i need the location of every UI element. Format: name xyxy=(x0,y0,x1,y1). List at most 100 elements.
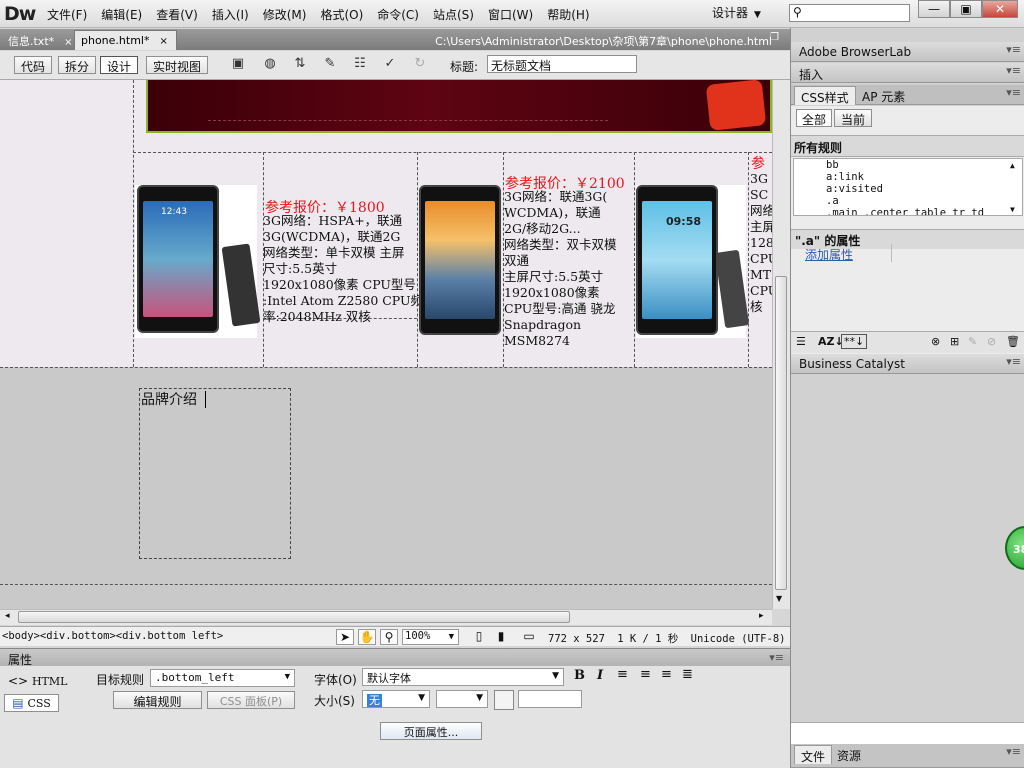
browserlab-panel-header[interactable]: Adobe BrowserLab ▾≡ xyxy=(791,42,1024,62)
css-rule[interactable]: bb xyxy=(826,159,839,171)
menu-insert[interactable]: 插入(I) xyxy=(205,6,256,23)
css-panel-button[interactable]: CSS 面板(P) xyxy=(207,691,295,709)
current-mode-button[interactable]: 当前 xyxy=(834,109,872,127)
bold-button[interactable]: B xyxy=(574,668,585,683)
insert-panel-header[interactable]: 插入 ▾≡ xyxy=(791,63,1024,83)
business-catalyst-header[interactable]: Business Catalyst ▾≡ xyxy=(791,354,1024,374)
menu-commands[interactable]: 命令(C) xyxy=(370,6,426,23)
refresh-icon[interactable]: ↻ xyxy=(410,56,430,74)
css-rule[interactable]: a:link xyxy=(826,171,864,183)
select-tool-icon[interactable]: ➤ xyxy=(336,629,354,645)
align-right-icon[interactable]: ≡ xyxy=(661,667,672,682)
align-left-icon[interactable]: ≡ xyxy=(617,667,628,682)
close-button[interactable]: ✕ xyxy=(982,0,1018,18)
font-select[interactable]: 默认字体 ▼ xyxy=(362,668,564,686)
color-input[interactable] xyxy=(518,690,582,708)
minimize-button[interactable]: — xyxy=(918,0,950,18)
restore-icon[interactable]: ❐ xyxy=(770,32,779,43)
workspace-switcher[interactable]: 设计器 ▼ xyxy=(712,4,761,21)
target-rule-label: 目标规则 xyxy=(96,673,145,687)
bottom-left-div[interactable]: 品牌介绍 xyxy=(139,388,291,559)
category-view-icon[interactable]: ☰ xyxy=(796,335,806,348)
maximize-button[interactable]: ▣ xyxy=(950,0,982,18)
close-icon[interactable]: × xyxy=(64,37,72,48)
inspect-icon[interactable]: ✎ xyxy=(320,56,340,74)
scroll-right-icon[interactable]: ▸ xyxy=(759,611,764,621)
zoom-select[interactable]: 100% ▼ xyxy=(402,629,459,645)
menu-edit[interactable]: 编辑(E) xyxy=(94,6,149,23)
live-view-button[interactable]: 实时视图 xyxy=(146,56,209,74)
menu-modify[interactable]: 修改(M) xyxy=(256,6,314,23)
desktop-size-icon[interactable]: ▭ xyxy=(518,629,540,645)
edit-rule-button[interactable]: 编辑规则 xyxy=(113,691,202,709)
menu-file[interactable]: 文件(F) xyxy=(40,6,94,23)
alpha-sort-icon[interactable]: AZ↓ xyxy=(818,335,844,348)
zoom-tool-icon[interactable]: ⚲ xyxy=(380,629,398,645)
visual-aids-icon[interactable]: ☷ xyxy=(350,56,370,74)
design-canvas[interactable]: 12:43 参考报价：￥1800 3G网络：HSPA+，联通 3G(WCDMA)… xyxy=(0,80,772,609)
css-rules-list[interactable]: bb a:link a:visited .a .main .center tab… xyxy=(793,158,1023,216)
tab-ap-elements[interactable]: AP 元素 xyxy=(856,86,911,105)
panel-menu-icon[interactable]: ▾≡ xyxy=(1006,86,1021,99)
css-rule[interactable]: a:visited xyxy=(826,183,883,195)
close-icon[interactable]: × xyxy=(159,36,167,47)
all-mode-button[interactable]: 全部 xyxy=(796,109,832,127)
code-view-button[interactable]: 代码 xyxy=(14,56,53,74)
add-property-link[interactable]: 添加属性 xyxy=(805,246,853,263)
tab-info-txt[interactable]: 信息.txt* × xyxy=(2,30,81,50)
italic-button[interactable]: I xyxy=(597,668,603,683)
delete-icon[interactable]: 🗑 xyxy=(1006,335,1020,348)
panel-menu-icon[interactable]: ▾≡ xyxy=(1006,64,1021,77)
tag-selector[interactable]: <body><div.bottom><div.bottom left> xyxy=(2,630,223,642)
size-select[interactable]: 无 ▼ xyxy=(362,690,430,708)
file-management-icon[interactable]: ⇅ xyxy=(290,56,310,74)
properties-panel-header[interactable]: 属性 ▾≡ xyxy=(0,648,790,667)
menu-site[interactable]: 站点(S) xyxy=(426,6,481,23)
scroll-left-icon[interactable]: ◂ xyxy=(5,611,10,621)
panel-menu-icon[interactable]: ▾≡ xyxy=(1006,355,1021,368)
edit-rule-icon[interactable]: ✎ xyxy=(968,335,977,348)
panel-menu-icon[interactable]: ▾≡ xyxy=(1006,43,1021,56)
target-rule-select[interactable]: .bottom_left ▼ xyxy=(150,669,295,687)
new-rule-icon[interactable]: ⊞ xyxy=(950,335,959,348)
attach-style-icon[interactable]: ⊗ xyxy=(931,335,940,348)
set-properties-icon[interactable]: **↓ xyxy=(841,334,868,349)
scroll-down-icon[interactable]: ▼ xyxy=(776,594,782,603)
design-view-button[interactable]: 设计 xyxy=(100,56,139,74)
hand-tool-icon[interactable]: ✋ xyxy=(358,629,376,645)
page-properties-button[interactable]: 页面属性... xyxy=(380,722,482,740)
scroll-down-icon[interactable]: ▼ xyxy=(1010,205,1015,214)
horizontal-scroll-thumb[interactable] xyxy=(18,611,570,623)
menu-window[interactable]: 窗口(W) xyxy=(481,6,540,23)
tab-css-styles[interactable]: CSS样式 xyxy=(794,86,856,105)
panel-menu-icon[interactable]: ▾≡ xyxy=(769,651,784,664)
menu-view[interactable]: 查看(V) xyxy=(149,6,205,23)
tab-assets[interactable]: 资源 xyxy=(831,745,867,764)
validate-icon[interactable]: ✓ xyxy=(380,56,400,74)
menu-format[interactable]: 格式(O) xyxy=(313,6,370,23)
html-mode-button[interactable]: <> HTML xyxy=(8,674,67,688)
tab-files[interactable]: 文件 xyxy=(794,745,833,764)
multiscreen-icon[interactable]: ▣ xyxy=(228,56,248,74)
tablet-size-icon[interactable]: ▮ xyxy=(492,629,510,645)
tab-phone-html[interactable]: phone.html* × xyxy=(74,30,177,50)
size-unit-select[interactable]: ▼ xyxy=(436,690,488,708)
document-title-input[interactable]: 无标题文档 xyxy=(487,55,637,73)
color-picker-button[interactable] xyxy=(494,690,514,710)
mobile-size-icon[interactable]: ▯ xyxy=(470,629,488,645)
panel-menu-icon[interactable]: ▾≡ xyxy=(1006,745,1021,758)
css-rule[interactable]: .main .center table tr td xyxy=(826,207,984,215)
css-mode-button[interactable]: ▤ CSS xyxy=(4,694,59,712)
disable-icon[interactable]: ⊘ xyxy=(987,335,996,348)
window-size[interactable]: 772 x 527 1 K / 1 秒 Unicode (UTF-8) xyxy=(548,631,785,646)
css-rule[interactable]: .a xyxy=(826,195,839,207)
help-search-input[interactable]: ⚲ xyxy=(789,4,910,22)
split-view-button[interactable]: 拆分 xyxy=(58,56,97,74)
browser-preview-icon[interactable]: ◍ xyxy=(260,56,280,74)
brand-intro-text[interactable]: 品牌介绍 xyxy=(141,389,197,409)
scroll-up-icon[interactable]: ▲ xyxy=(1010,161,1015,170)
justify-icon[interactable]: ≣ xyxy=(682,667,693,682)
vertical-scroll-thumb[interactable] xyxy=(775,276,787,590)
menu-help[interactable]: 帮助(H) xyxy=(540,6,596,23)
align-center-icon[interactable]: ≡ xyxy=(640,667,651,682)
